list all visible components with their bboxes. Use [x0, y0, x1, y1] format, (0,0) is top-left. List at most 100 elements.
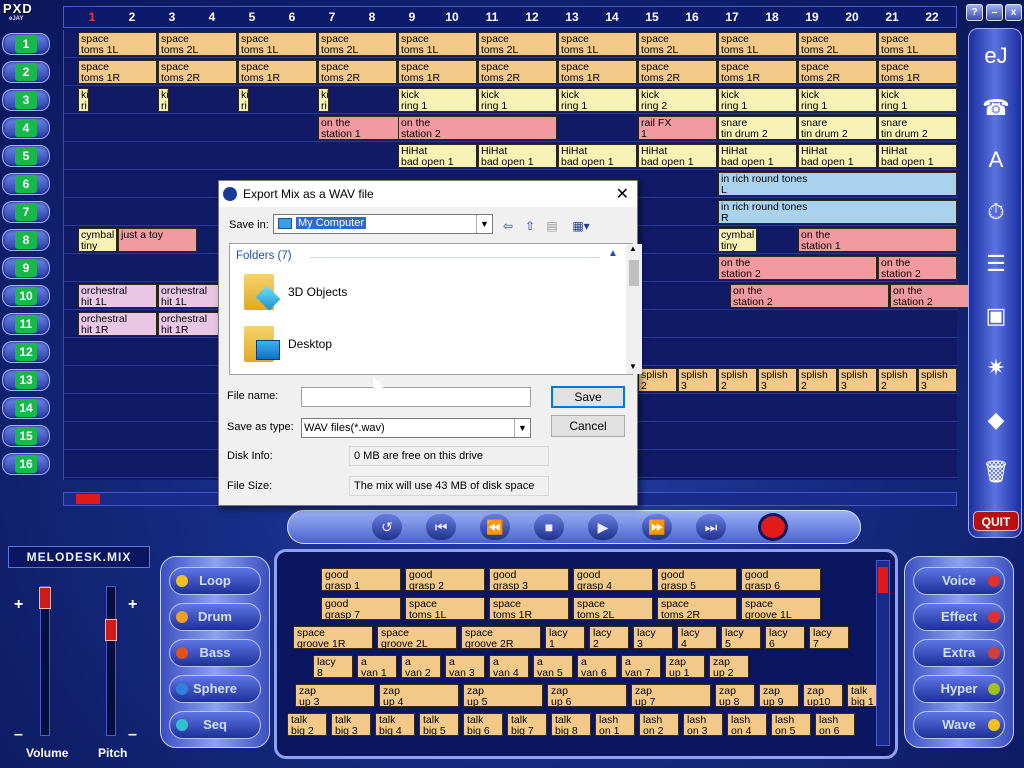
sample-button[interactable]: lash on 6 [815, 713, 855, 736]
sample-clip[interactable]: kick ring 1 [558, 88, 637, 112]
collapse-chevron-up-icon[interactable]: ▲ [608, 248, 618, 259]
sample-button[interactable]: good grasp 2 [405, 568, 485, 591]
sample-button[interactable]: space toms 1L [405, 597, 485, 620]
sample-button[interactable]: good grasp 1 [321, 568, 401, 591]
sample-clip[interactable]: kick ring 1 [718, 88, 797, 112]
track-6-button[interactable]: 6 [2, 173, 50, 195]
arrangement-scroll-thumb[interactable] [76, 494, 100, 504]
save-as-type-chevron-down-icon[interactable]: ▼ [514, 419, 530, 437]
column-number[interactable]: 17 [712, 10, 752, 24]
sample-clip[interactable]: rail FX 1 [638, 116, 717, 140]
track-12-button[interactable]: 12 [2, 341, 50, 363]
sample-button[interactable]: lash on 5 [771, 713, 811, 736]
sample-clip[interactable]: space toms 1L [718, 32, 797, 56]
sample-button[interactable]: good grasp 3 [489, 568, 569, 591]
sample-clip[interactable]: space toms 1R [398, 60, 477, 84]
folder-list-scrollbar[interactable]: ▲ ▼ [626, 244, 642, 374]
track-8-button[interactable]: 8 [2, 229, 50, 251]
forward-button[interactable]: ⏩ [642, 514, 672, 540]
sample-button[interactable]: good grasp 7 [321, 597, 401, 620]
sample-button[interactable]: good grasp 6 [741, 568, 821, 591]
sample-clip[interactable]: splish2 [798, 368, 837, 392]
column-number[interactable]: 19 [792, 10, 832, 24]
sample-clip[interactable]: splish 3 [838, 368, 877, 392]
mixer-icon[interactable]: ☰ [977, 245, 1015, 283]
sample-clip[interactable]: space toms 1L [398, 32, 477, 56]
sample-clip[interactable]: on the station 2 [890, 284, 969, 308]
sample-clip[interactable]: in rich round tones R [718, 200, 957, 224]
sample-clip[interactable]: space toms 1R [238, 60, 317, 84]
track-10-button[interactable]: 10 [2, 285, 50, 307]
sample-button[interactable]: a van 6 [577, 655, 617, 678]
up-folder-icon[interactable]: ⇧ [521, 218, 539, 234]
sample-clip[interactable]: on the station 1 [798, 228, 957, 252]
sample-button[interactable]: talk big 4 [375, 713, 415, 736]
sample-clip[interactable]: space toms 1L [78, 32, 157, 56]
sample-clip[interactable]: space toms 2R [158, 60, 237, 84]
volume-slider-knob[interactable] [39, 587, 51, 609]
sample-clip[interactable]: HiHat bad open 1 [878, 144, 957, 168]
trash-icon[interactable]: 🗑 [977, 453, 1015, 491]
column-number[interactable]: 6 [272, 10, 312, 24]
sample-button[interactable]: zap up 1 [665, 655, 705, 678]
sample-clip[interactable]: ki ri [238, 88, 249, 112]
sample-clip[interactable]: cymbal tiny [78, 228, 117, 252]
category-seq-button[interactable]: Seq [169, 711, 261, 739]
folder-item-desktop[interactable]: Desktop [240, 322, 440, 366]
sample-button[interactable]: zap up 4 [379, 684, 459, 707]
sample-clip[interactable]: on the station 2 [718, 256, 877, 280]
sample-button[interactable]: lacy 6 [765, 626, 805, 649]
sample-clip[interactable]: space toms 2L [158, 32, 237, 56]
sample-button[interactable]: lacy 7 [809, 626, 849, 649]
sample-button[interactable]: zap up 3 [295, 684, 375, 707]
sample-button[interactable]: space toms 1R [489, 597, 569, 620]
sample-button[interactable]: zap up10 [803, 684, 843, 707]
sample-clip[interactable]: space toms 1L [238, 32, 317, 56]
volume-slider[interactable] [39, 586, 51, 736]
sample-clip[interactable]: space toms 1R [718, 60, 797, 84]
sample-clip[interactable]: space toms 2L [478, 32, 557, 56]
column-number[interactable]: 11 [472, 10, 512, 24]
track-14-button[interactable]: 14 [2, 397, 50, 419]
sample-clip[interactable]: ki ri [78, 88, 89, 112]
track-9-button[interactable]: 9 [2, 257, 50, 279]
help-button[interactable]: ? [966, 4, 983, 21]
folder-list[interactable]: Folders (7) ▲ 3D Objects Desktop ▲ ▼ [229, 243, 642, 375]
sample-clip[interactable]: HiHat bad open 1 [398, 144, 477, 168]
loop-button[interactable]: ↺ [372, 514, 402, 540]
track-4-button[interactable]: 4 [2, 117, 50, 139]
column-number[interactable]: 20 [832, 10, 872, 24]
sample-button[interactable]: lacy 1 [545, 626, 585, 649]
track-15-button[interactable]: 15 [2, 425, 50, 447]
category-drum-button[interactable]: Drum [169, 603, 261, 631]
sample-button[interactable]: lacy 5 [721, 626, 761, 649]
sample-clip[interactable]: splish2 [638, 368, 677, 392]
track-13-button[interactable]: 13 [2, 369, 50, 391]
sample-button[interactable]: zap up 2 [709, 655, 749, 678]
category-wave-button[interactable]: Wave [913, 711, 1005, 739]
sample-button[interactable]: space toms 2L [573, 597, 653, 620]
sample-button[interactable]: talk big 8 [551, 713, 591, 736]
sample-clip[interactable]: kick ring 1 [398, 88, 477, 112]
sample-button[interactable]: zap up 7 [631, 684, 711, 707]
sample-button[interactable]: good grasp 4 [573, 568, 653, 591]
file-name-input[interactable] [301, 387, 531, 407]
sample-button[interactable]: space toms 2R [657, 597, 737, 620]
sample-bank-scrollbar[interactable] [876, 560, 890, 746]
save-button[interactable]: Save [551, 386, 625, 408]
column-number[interactable]: 22 [912, 10, 952, 24]
sample-clip[interactable]: HiHat bad open 1 [798, 144, 877, 168]
pitch-slider[interactable] [105, 586, 117, 736]
aaoo-icon[interactable]: A [977, 141, 1015, 179]
quit-button[interactable]: QUIT [973, 511, 1019, 531]
column-number[interactable]: 21 [872, 10, 912, 24]
sample-button[interactable]: zap up 9 [759, 684, 799, 707]
track-5-button[interactable]: 5 [2, 145, 50, 167]
track-11-button[interactable]: 11 [2, 313, 50, 335]
sample-clip[interactable]: splish2 [718, 368, 757, 392]
sample-clip[interactable]: space toms 2R [478, 60, 557, 84]
back-arrow-icon[interactable]: ⇦ [499, 218, 517, 234]
eraser-icon[interactable]: ◆ [977, 401, 1015, 439]
sample-button[interactable]: talk big 3 [331, 713, 371, 736]
record-button[interactable] [758, 513, 788, 541]
